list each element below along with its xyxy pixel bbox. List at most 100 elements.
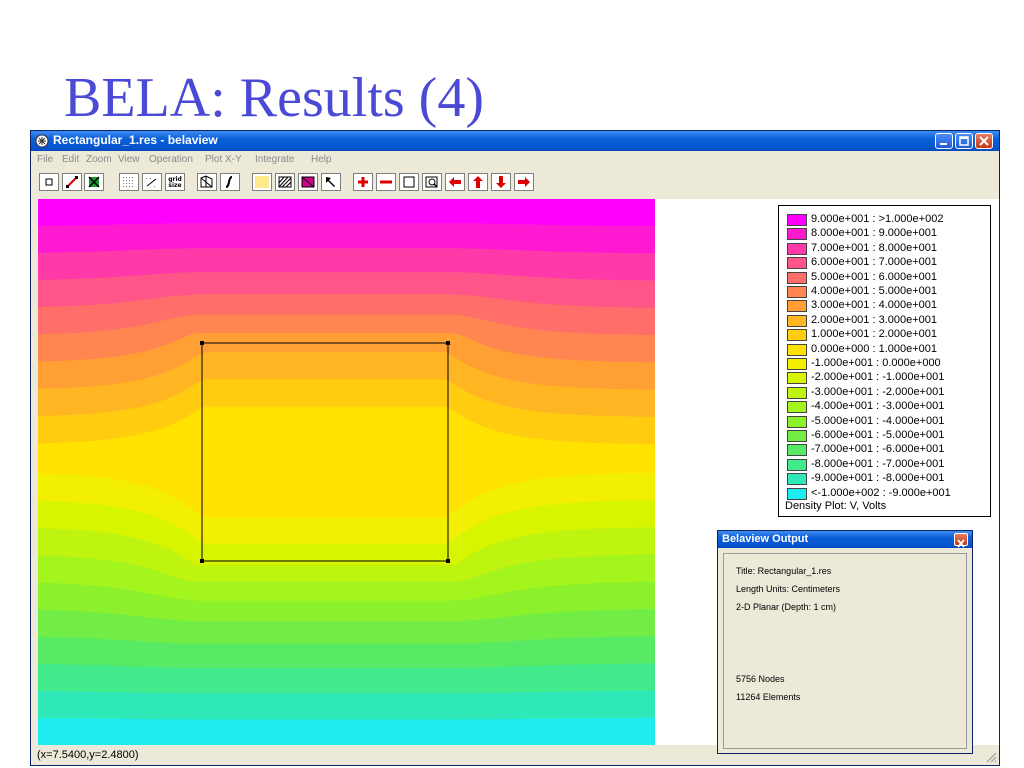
menu-integrate[interactable]: Integrate	[255, 154, 294, 165]
pan-left-button[interactable]	[445, 173, 465, 191]
resize-grip-icon[interactable]	[985, 751, 997, 763]
show-grid-button[interactable]	[119, 173, 139, 191]
density-bands	[38, 199, 655, 745]
contour-plot-button[interactable]	[220, 173, 240, 191]
block-mode-icon	[88, 176, 100, 188]
pan-down-button[interactable]	[491, 173, 511, 191]
maximize-button[interactable]	[955, 133, 973, 149]
legend-label: 5.000e+001 : 6.000e+001	[811, 270, 938, 283]
legend-label: -9.000e+001 : -8.000e+001	[811, 472, 945, 485]
pointer-button[interactable]	[321, 173, 341, 191]
belaview-output-window: Belaview Output Title: Rectangular_1.res…	[717, 530, 973, 754]
menu-edit[interactable]: Edit	[62, 154, 79, 165]
output-line: Length Units: Centimeters	[736, 584, 841, 594]
menu-zoom[interactable]: Zoom	[86, 154, 112, 165]
minimize-button[interactable]	[935, 133, 953, 149]
legend-label: 4.000e+001 : 5.000e+001	[811, 285, 938, 297]
pointer-icon	[326, 177, 335, 187]
legend-swatch	[787, 228, 807, 241]
density-plot-button[interactable]	[298, 173, 318, 191]
legend-swatch	[787, 343, 807, 356]
legend-label: -4.000e+001 : -3.000e+001	[811, 400, 945, 413]
segment-mode-button[interactable]	[62, 173, 82, 191]
legend-label: -8.000e+001 : -7.000e+001	[811, 457, 945, 470]
pan-up-icon	[473, 176, 483, 188]
legend-label: 0.000e+000 : 1.000e+001	[811, 342, 938, 355]
grid-size-button[interactable]: grid size	[165, 173, 185, 191]
title-bar[interactable]: Rectangular_1.res - belaview	[31, 131, 999, 151]
toolbar: grid size	[31, 169, 999, 195]
zoom-out-button[interactable]	[376, 173, 396, 191]
menu-help[interactable]: Help	[311, 154, 332, 165]
block-mode-button[interactable]	[84, 173, 104, 191]
status-bar: (x=7.5400,y=2.4800)	[31, 745, 999, 765]
node-top-left[interactable]	[200, 341, 204, 345]
menu-file[interactable]: File	[37, 154, 53, 165]
toggle-labels-button[interactable]	[252, 173, 272, 191]
node-bottom-left[interactable]	[200, 559, 204, 563]
toggle-labels-icon	[255, 176, 269, 188]
legend-swatch	[787, 286, 807, 298]
legend-label: -6.000e+001 : -5.000e+001	[811, 429, 945, 441]
zoom-in-button[interactable]	[353, 173, 373, 191]
output-close-button[interactable]	[954, 533, 968, 548]
output-line: Title: Rectangular_1.res	[736, 566, 832, 576]
node-mode-button[interactable]	[39, 173, 59, 191]
legend-swatch	[787, 214, 807, 226]
menu-plot-xy[interactable]: Plot X-Y	[205, 154, 242, 165]
menu-bar: File Edit Zoom View Operation Plot X-Y I…	[31, 151, 999, 169]
legend-caption: Density Plot: V, Volts	[785, 500, 887, 512]
legend-swatch	[787, 444, 807, 457]
legend-label: 7.000e+001 : 8.000e+001	[811, 241, 938, 254]
pan-up-button[interactable]	[468, 173, 488, 191]
legend-label: 1.000e+001 : 2.000e+001	[811, 328, 938, 341]
legend-swatch	[787, 372, 807, 385]
legend-label: -2.000e+001 : -1.000e+001	[811, 371, 945, 384]
menu-operation[interactable]: Operation	[149, 154, 193, 165]
density-plot-canvas[interactable]	[38, 199, 655, 745]
maximize-icon	[959, 136, 969, 146]
legend-swatch	[787, 314, 807, 327]
density-legend: 9.000e+001 : >1.000e+002 8.000e+001 : 9.0…	[778, 205, 991, 517]
menu-view[interactable]: View	[118, 154, 140, 165]
legend-swatch	[787, 300, 807, 313]
legend-swatch	[787, 271, 807, 284]
legend-swatch	[787, 473, 807, 486]
zoom-in-icon	[358, 177, 368, 187]
hatch-button[interactable]	[275, 173, 295, 191]
cursor-coordinates: (x=7.5400,y=2.4800)	[37, 749, 139, 761]
output-title: Belaview Output	[722, 533, 809, 545]
legend-swatch	[787, 458, 807, 471]
pan-down-icon	[496, 176, 506, 188]
zoom-natural-button[interactable]	[399, 173, 419, 191]
show-mesh-button[interactable]	[197, 173, 217, 191]
legend-label: <-1.000e+002 : -9.000e+001	[811, 486, 951, 499]
show-grid-icon	[123, 177, 133, 187]
legend-label: -7.000e+001 : -6.000e+001	[811, 443, 945, 456]
node-bottom-right[interactable]	[446, 559, 450, 563]
legend-swatch	[787, 257, 807, 270]
belaview-window: Rectangular_1.res - belaview File Edit Z…	[30, 130, 1000, 766]
legend-swatch	[787, 329, 807, 342]
pan-right-icon	[518, 177, 530, 187]
legend-swatch	[787, 386, 807, 399]
grid-size-icon: grid size	[168, 176, 182, 189]
output-title-bar[interactable]: Belaview Output	[718, 531, 972, 548]
legend-swatch	[787, 358, 807, 370]
window-title: Rectangular_1.res - belaview	[53, 133, 218, 147]
density-band	[38, 717, 655, 745]
legend-label: -5.000e+001 : -4.000e+001	[811, 414, 945, 427]
snap-grid-button[interactable]	[142, 173, 162, 191]
output-line: 2-D Planar (Depth: 1 cm)	[736, 602, 837, 612]
zoom-window-button[interactable]	[422, 173, 442, 191]
pan-right-button[interactable]	[514, 173, 534, 191]
legend-label: 6.000e+001 : 7.000e+001	[811, 256, 938, 269]
legend-swatch	[787, 242, 807, 255]
output-text-area[interactable]: Title: Rectangular_1.res Length Units: C…	[723, 553, 967, 749]
density-plot-icon	[301, 176, 315, 188]
snap-grid-icon	[146, 178, 157, 187]
grid-size-label-bottom: size	[168, 182, 181, 189]
node-top-right[interactable]	[446, 341, 450, 345]
close-button[interactable]	[975, 133, 993, 149]
zoom-natural-icon	[403, 176, 415, 188]
